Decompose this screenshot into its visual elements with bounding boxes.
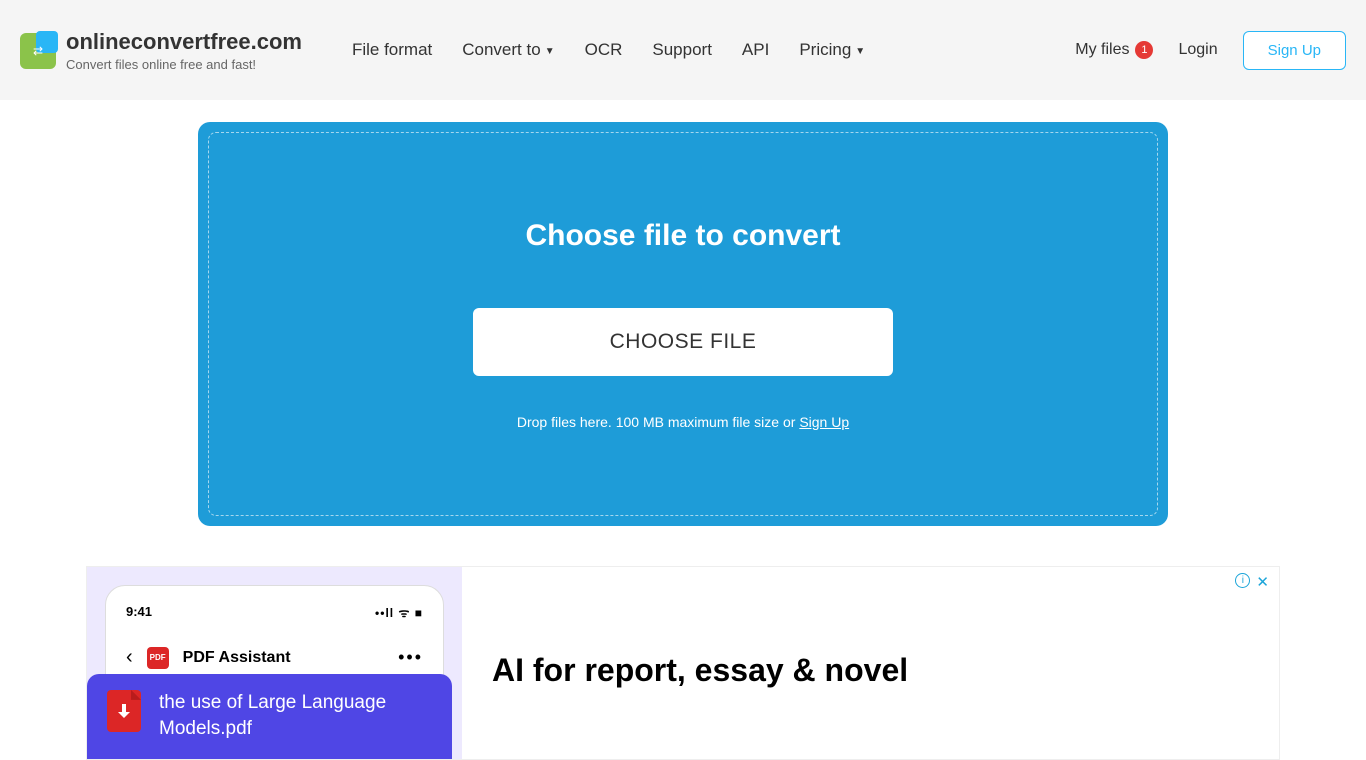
ad-file-name: the use of Large Language Models.pdf <box>159 690 432 743</box>
phone-app-title: PDF Assistant <box>183 649 291 667</box>
login-link[interactable]: Login <box>1178 41 1217 59</box>
ad-phone-mock: 9:41 ••ll ᯤ ■ ‹ PDF PDF Assistant ••• th… <box>87 567 462 759</box>
ad-content[interactable]: i ✕ AI for report, essay & novel <box>462 567 1279 759</box>
my-files-label: My files <box>1075 41 1129 59</box>
site-subtitle: Convert files online free and fast! <box>66 57 302 72</box>
phone-status-icons: ••ll ᯤ ■ <box>375 604 423 621</box>
nav-api[interactable]: API <box>742 40 769 60</box>
nav-pricing[interactable]: Pricing ▼ <box>799 40 865 60</box>
header: ⇄ onlineconvertfree.com Convert files on… <box>0 0 1366 100</box>
nav-convert-to-label: Convert to <box>462 40 540 60</box>
chevron-down-icon: ▼ <box>855 46 865 57</box>
phone-header: ‹ PDF PDF Assistant ••• <box>126 646 423 669</box>
right-nav: My files 1 Login Sign Up <box>1075 31 1346 70</box>
drop-hint: Drop files here. 100 MB maximum file siz… <box>517 414 849 430</box>
signup-button[interactable]: Sign Up <box>1243 31 1346 70</box>
logo-area[interactable]: ⇄ onlineconvertfree.com Convert files on… <box>20 29 302 72</box>
ad-container: 9:41 ••ll ᯤ ■ ‹ PDF PDF Assistant ••• th… <box>86 566 1280 760</box>
phone-status-bar: 9:41 ••ll ᯤ ■ <box>126 604 423 621</box>
drop-signup-link[interactable]: Sign Up <box>799 414 849 430</box>
nav-ocr[interactable]: OCR <box>585 40 623 60</box>
upload-inner: Choose file to convert CHOOSE FILE Drop … <box>208 132 1158 516</box>
nav-pricing-label: Pricing <box>799 40 851 60</box>
upload-title: Choose file to convert <box>525 219 840 253</box>
main-nav: File format Convert to ▼ OCR Support API… <box>352 40 865 60</box>
site-title: onlineconvertfree.com <box>66 29 302 55</box>
upload-zone[interactable]: Choose file to convert CHOOSE FILE Drop … <box>198 122 1168 526</box>
ad-close-icon[interactable]: ✕ <box>1256 573 1269 591</box>
my-files-link[interactable]: My files 1 <box>1075 41 1153 59</box>
ad-controls: i ✕ <box>1235 573 1269 591</box>
pdf-file-icon <box>107 690 141 732</box>
files-badge: 1 <box>1135 41 1153 59</box>
back-icon: ‹ <box>126 646 133 669</box>
choose-file-button[interactable]: CHOOSE FILE <box>473 308 893 376</box>
drop-text-label: Drop files here. 100 MB maximum file siz… <box>517 414 799 430</box>
ad-file-card: the use of Large Language Models.pdf <box>87 674 452 759</box>
nav-file-format[interactable]: File format <box>352 40 432 60</box>
pdf-app-icon: PDF <box>147 647 169 669</box>
ad-headline: AI for report, essay & novel <box>492 652 1249 689</box>
nav-support[interactable]: Support <box>652 40 712 60</box>
chevron-down-icon: ▼ <box>545 46 555 57</box>
phone-time: 9:41 <box>126 604 152 621</box>
logo-icon: ⇄ <box>20 33 56 69</box>
more-icon: ••• <box>398 647 423 668</box>
nav-convert-to[interactable]: Convert to ▼ <box>462 40 554 60</box>
ad-info-icon[interactable]: i <box>1235 573 1250 588</box>
